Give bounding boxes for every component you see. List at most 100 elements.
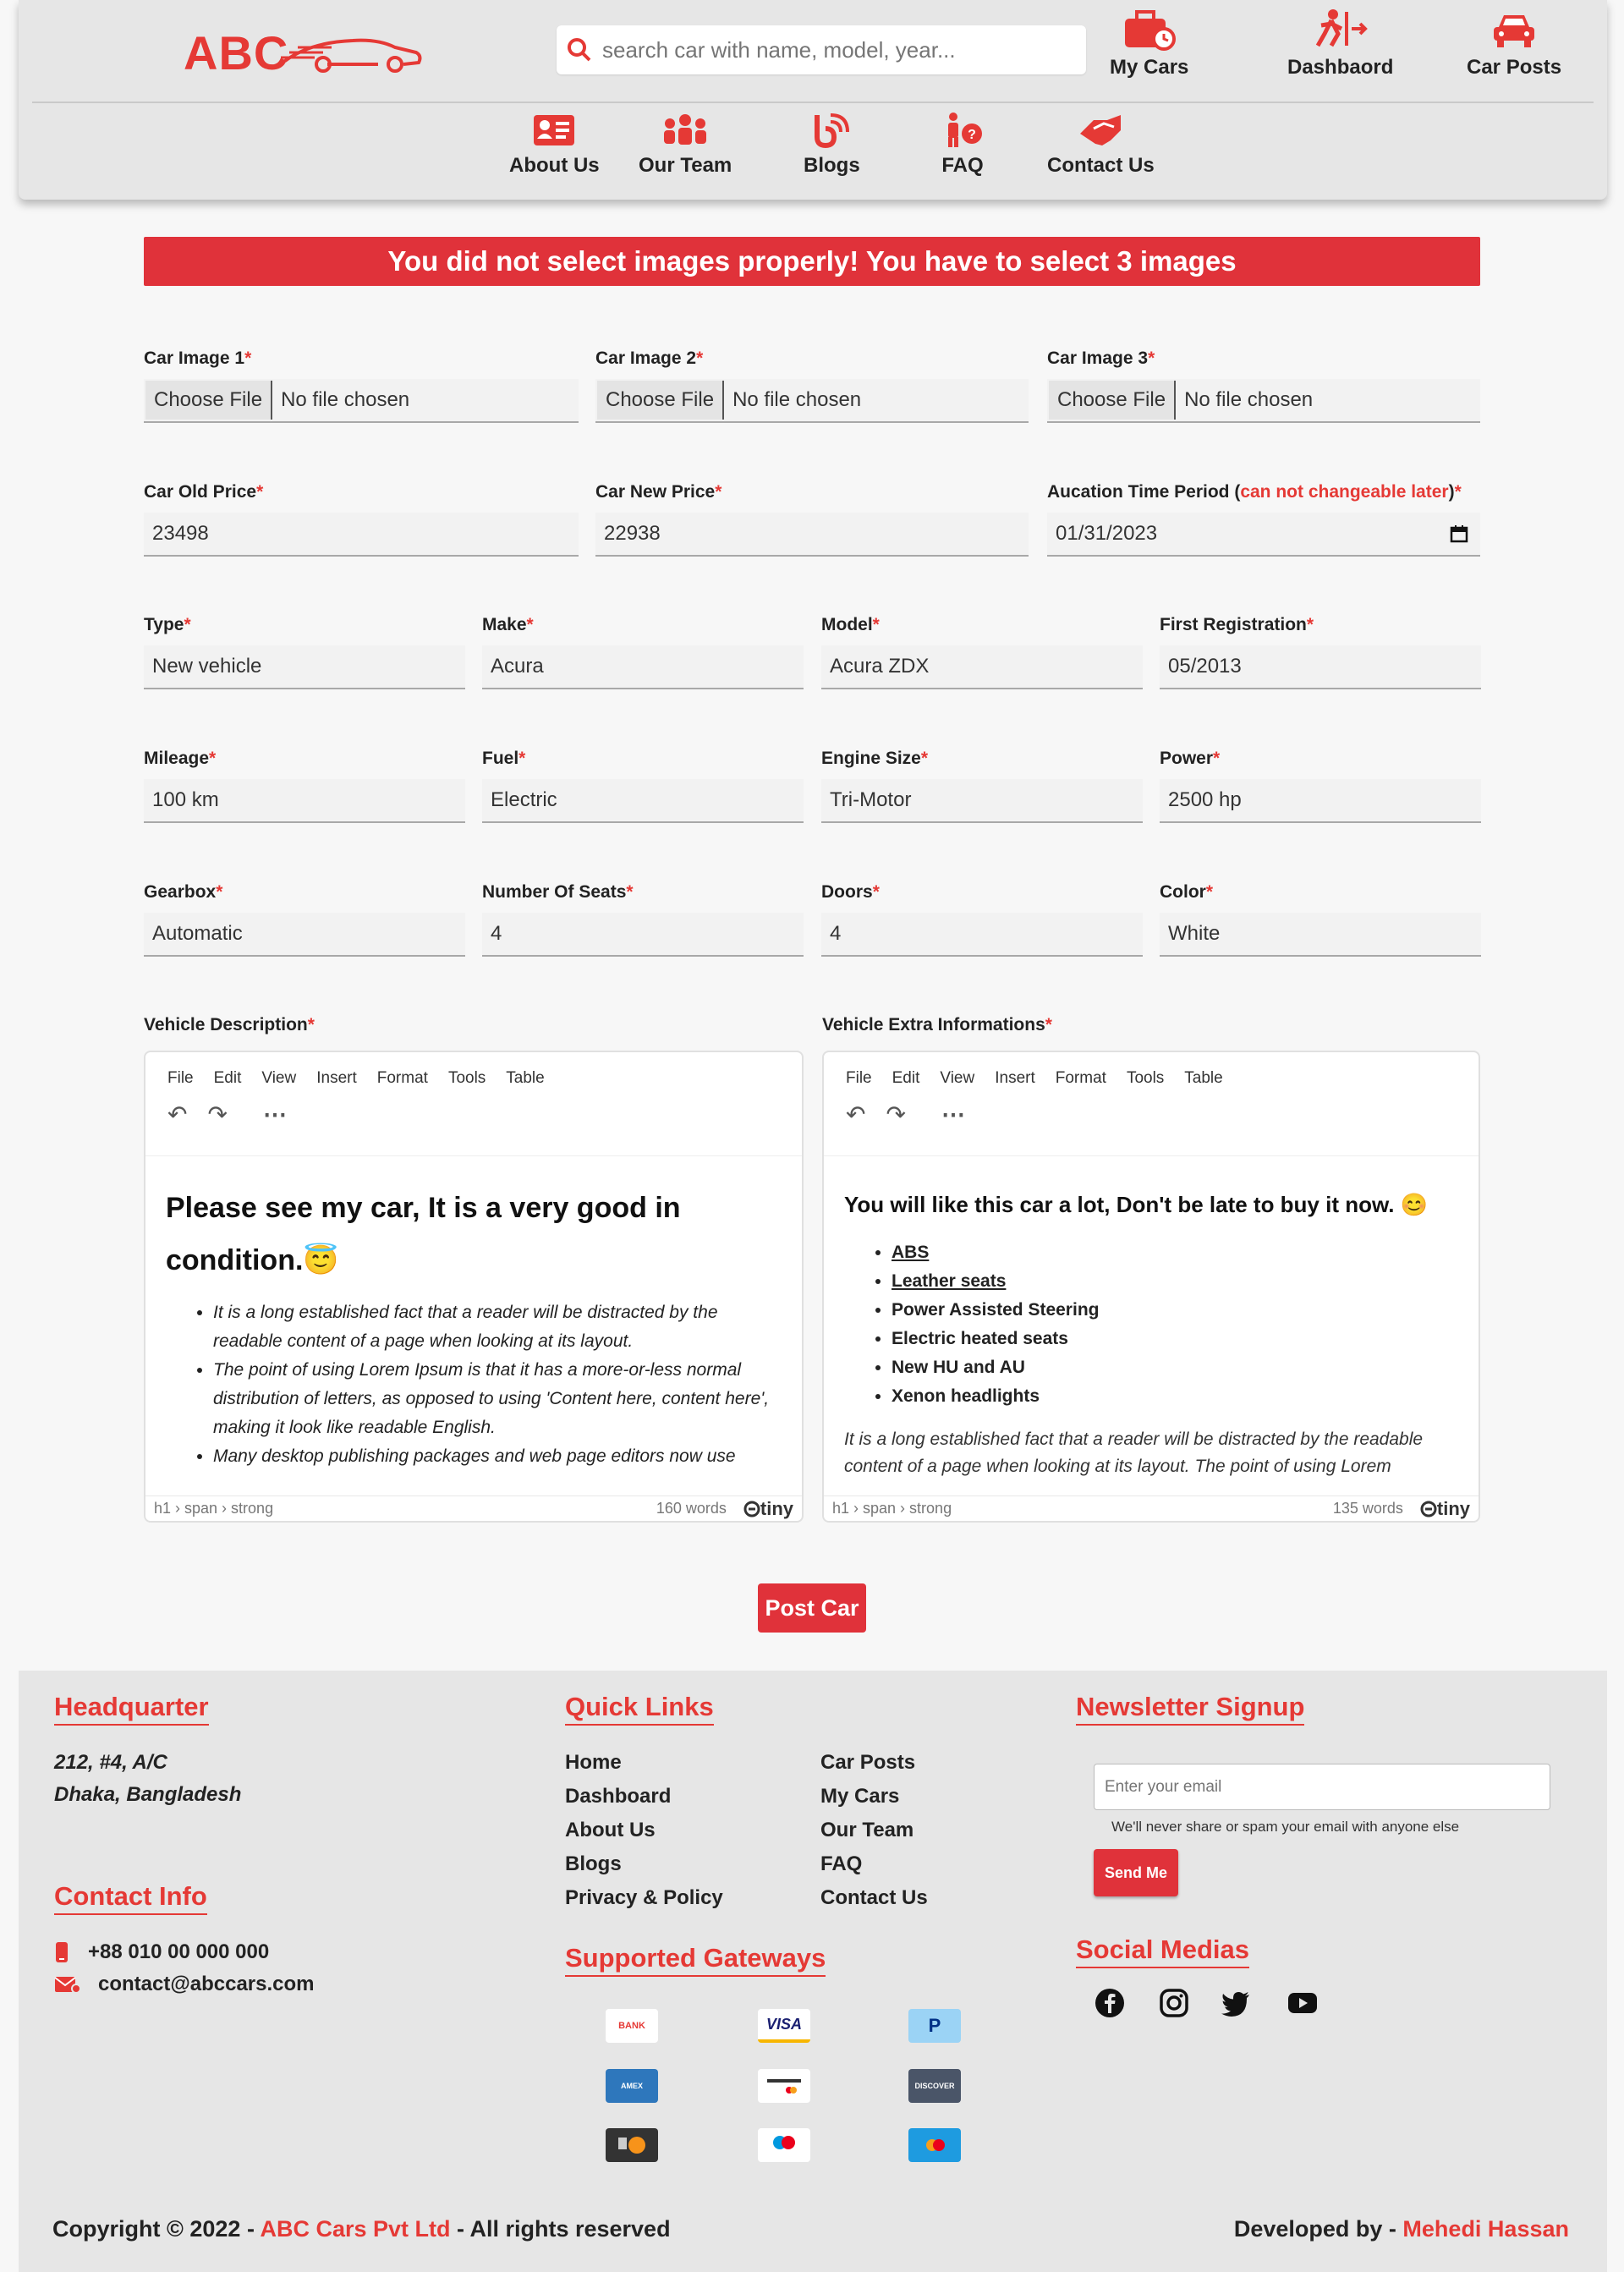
search-input[interactable]	[602, 36, 1076, 63]
menu-tools[interactable]: Tools	[448, 1069, 486, 1088]
tiny-logo[interactable]: tiny	[743, 1498, 793, 1520]
first-registration-input[interactable]: 05/2013	[1160, 645, 1481, 689]
nav-contact-us[interactable]: Contact Us	[1047, 112, 1155, 178]
menu-edit[interactable]: Edit	[892, 1069, 920, 1088]
instagram-icon[interactable]	[1159, 1988, 1189, 2018]
auction-date-input[interactable]: 01/31/2023	[1047, 513, 1480, 557]
nav-label: FAQ	[941, 154, 984, 177]
youtube-icon[interactable]	[1287, 1988, 1318, 2018]
nav-car-posts[interactable]: Car Posts	[1467, 8, 1561, 80]
content-list: ABS Leather seats Power Assisted Steerin…	[844, 1238, 1458, 1411]
model-input[interactable]: Acura ZDX	[821, 645, 1143, 689]
footer-link-blogs[interactable]: Blogs	[565, 1852, 723, 1876]
menu-edit[interactable]: Edit	[214, 1069, 242, 1088]
company-link[interactable]: ABC Cars Pvt Ltd	[260, 2216, 450, 2242]
tiny-logo[interactable]: tiny	[1420, 1498, 1470, 1520]
more-icon[interactable]: ⋯	[263, 1100, 287, 1128]
file-input[interactable]: Choose File No file chosen	[144, 379, 579, 423]
calendar-icon[interactable]	[1450, 524, 1468, 543]
menu-format[interactable]: Format	[377, 1069, 428, 1088]
choose-file-button[interactable]: Choose File	[145, 381, 273, 420]
gearbox-input[interactable]: Automatic	[144, 913, 465, 957]
menu-table[interactable]: Table	[1184, 1069, 1222, 1088]
tiny-icon	[1420, 1501, 1437, 1517]
developer-link[interactable]: Mehedi Hassan	[1402, 2216, 1569, 2242]
footer-link-our-team[interactable]: Our Team	[820, 1819, 928, 1842]
menu-insert[interactable]: Insert	[995, 1069, 1035, 1088]
extra-info-editor[interactable]: File Edit View Insert Format Tools Table…	[822, 1051, 1480, 1523]
menu-format[interactable]: Format	[1056, 1069, 1106, 1088]
doors-input[interactable]: 4	[821, 913, 1143, 957]
nav-label: Car Posts	[1467, 56, 1562, 79]
newsletter-email-input[interactable]	[1094, 1764, 1550, 1810]
menu-file[interactable]: File	[846, 1069, 872, 1088]
nav-my-cars[interactable]: My Cars	[1110, 8, 1188, 80]
redo-icon[interactable]: ↷	[886, 1100, 905, 1128]
redo-icon[interactable]: ↷	[207, 1100, 227, 1128]
contact-phone: +88 010 00 000 000	[54, 1940, 269, 1964]
file-status: No file chosen	[281, 388, 410, 411]
element-path[interactable]: h1 › span › strong	[154, 1500, 273, 1517]
word-count[interactable]: 135 words	[1333, 1500, 1403, 1517]
mileage-input[interactable]: 100 km	[144, 779, 465, 823]
nav-faq[interactable]: ? FAQ	[941, 112, 984, 178]
fuel-input[interactable]: Electric	[482, 779, 804, 823]
editor-content[interactable]: You will like this car a lot, Don't be l…	[824, 1155, 1479, 1495]
nav-our-team[interactable]: Our Team	[639, 112, 732, 178]
engine-size-input[interactable]: Tri-Motor	[821, 779, 1143, 823]
nav-about-us[interactable]: About Us	[509, 112, 600, 178]
menu-view[interactable]: View	[940, 1069, 974, 1088]
word-count[interactable]: 160 words	[656, 1500, 727, 1517]
facebook-icon[interactable]	[1095, 1988, 1125, 2018]
power-input[interactable]: 2500 hp	[1160, 779, 1481, 823]
quick-links-title: Quick Links	[565, 1692, 714, 1726]
footer-link-about[interactable]: About Us	[565, 1819, 723, 1842]
menu-file[interactable]: File	[167, 1069, 194, 1088]
footer-link-privacy[interactable]: Privacy & Policy	[565, 1886, 723, 1910]
file-input[interactable]: Choose File No file chosen	[595, 379, 1029, 423]
footer-link-home[interactable]: Home	[565, 1751, 723, 1775]
old-price-input[interactable]: 23498	[144, 513, 579, 557]
footer-link-my-cars[interactable]: My Cars	[820, 1785, 928, 1808]
send-me-button[interactable]: Send Me	[1094, 1849, 1178, 1896]
menu-table[interactable]: Table	[506, 1069, 544, 1088]
choose-file-button[interactable]: Choose File	[597, 381, 725, 420]
menu-view[interactable]: View	[261, 1069, 296, 1088]
make-input[interactable]: Acura	[482, 645, 804, 689]
tiny-icon	[743, 1501, 760, 1517]
contact-email[interactable]: contact@abccars.com	[54, 1973, 315, 1996]
footer-link-contact[interactable]: Contact Us	[820, 1886, 928, 1910]
type-input[interactable]: New vehicle	[144, 645, 465, 689]
nav-dashboard[interactable]: Dashbaord	[1287, 8, 1393, 80]
footer-link-dashboard[interactable]: Dashboard	[565, 1785, 723, 1808]
undo-icon[interactable]: ↶	[167, 1100, 187, 1128]
field-label: Mileage*	[144, 749, 217, 768]
undo-icon[interactable]: ↶	[846, 1100, 865, 1128]
nav-label: Our Team	[639, 154, 732, 177]
content-list: It is a long established fact that a rea…	[166, 1298, 782, 1471]
file-input[interactable]: Choose File No file chosen	[1047, 379, 1480, 423]
description-editor[interactable]: File Edit View Insert Format Tools Table…	[144, 1051, 804, 1523]
nav-blogs[interactable]: Blogs	[804, 112, 860, 178]
color-input[interactable]: White	[1160, 913, 1481, 957]
team-icon	[664, 114, 707, 145]
field-label: Car Old Price*	[144, 482, 264, 502]
footer-link-faq[interactable]: FAQ	[820, 1852, 928, 1876]
color-field: Color* White	[1160, 882, 1481, 957]
element-path[interactable]: h1 › span › strong	[832, 1500, 952, 1517]
editor-content[interactable]: Please see my car, It is a very good in …	[145, 1155, 802, 1495]
choose-file-button[interactable]: Choose File	[1049, 381, 1177, 420]
number-of-seats-input[interactable]: 4	[482, 913, 804, 957]
menu-insert[interactable]: Insert	[316, 1069, 357, 1088]
more-icon[interactable]: ⋯	[941, 1100, 965, 1128]
footer-link-car-posts[interactable]: Car Posts	[820, 1751, 928, 1775]
first-registration-field: First Registration* 05/2013	[1160, 615, 1481, 689]
bitcoin-icon	[606, 2128, 658, 2162]
old-price-field: Car Old Price* 23498	[144, 482, 579, 557]
search-bar[interactable]	[557, 25, 1086, 74]
menu-tools[interactable]: Tools	[1127, 1069, 1164, 1088]
logo[interactable]: ABC	[167, 19, 437, 80]
post-car-button[interactable]: Post Car	[758, 1583, 866, 1633]
twitter-icon[interactable]	[1221, 1988, 1251, 2018]
new-price-input[interactable]: 22938	[595, 513, 1029, 557]
